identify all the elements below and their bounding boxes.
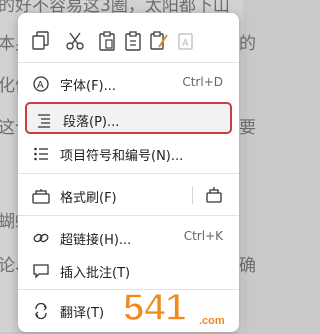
svg-text:A: A — [37, 80, 44, 91]
menu-item-shortcut: Ctrl+D — [182, 75, 223, 89]
format-painter-icon[interactable] — [148, 29, 170, 53]
quick-toolbar: A — [18, 19, 239, 63]
menu-item-bullets-numbering[interactable]: 项目符号和编号(N)... — [24, 138, 233, 168]
menu-separator — [18, 215, 239, 216]
paste-special-icon[interactable] — [122, 29, 144, 53]
watermark-site-text: 手游网 — [185, 294, 230, 312]
cut-icon[interactable] — [64, 29, 86, 53]
menu-item-label: 插入批注(T) — [60, 266, 131, 281]
paste-icon[interactable] — [96, 29, 118, 53]
site-watermark-logo: 541 手游网 .com — [121, 282, 239, 330]
menu-item-label: 字体(F)... — [60, 79, 117, 94]
text-case-icon[interactable]: A — [176, 29, 198, 53]
svg-text:A: A — [182, 38, 189, 49]
link-icon — [32, 229, 50, 247]
menu-item-font[interactable]: A 字体(F)... Ctrl+D — [24, 68, 233, 98]
menu-item-label: 翻译(T) — [60, 306, 105, 321]
menu-item-label: 格式刷(F) — [60, 191, 117, 206]
translate-icon — [32, 302, 50, 320]
comment-icon — [32, 262, 50, 280]
menu-item-hyperlink[interactable]: 超链接(H)... Ctrl+K — [24, 222, 233, 252]
paragraph-icon — [35, 111, 53, 129]
menu-item-divider — [192, 186, 193, 204]
font-icon: A — [32, 75, 50, 93]
menu-item-label: 项目符号和编号(N)... — [60, 149, 184, 164]
menu-item-label: 段落(P)... — [63, 115, 120, 130]
watermark-brand-text: 541 — [123, 287, 186, 329]
menu-item-shortcut: Ctrl+K — [183, 229, 223, 243]
menu-separator — [18, 173, 239, 174]
list-icon — [32, 145, 50, 163]
menu-separator — [18, 62, 239, 63]
menu-item-label: 超链接(H)... — [60, 233, 132, 248]
menu-item-paragraph[interactable]: 段落(P)... — [25, 102, 232, 134]
format-painter-icon — [32, 187, 50, 205]
copy-icon[interactable] — [30, 29, 52, 53]
menu-item-insert-comment[interactable]: 插入批注(T) — [24, 255, 233, 285]
format-painter-lock-icon[interactable] — [205, 186, 223, 208]
menu-item-format-painter[interactable]: 格式刷(F) — [24, 180, 233, 210]
watermark-domain-text: .com — [199, 315, 225, 327]
